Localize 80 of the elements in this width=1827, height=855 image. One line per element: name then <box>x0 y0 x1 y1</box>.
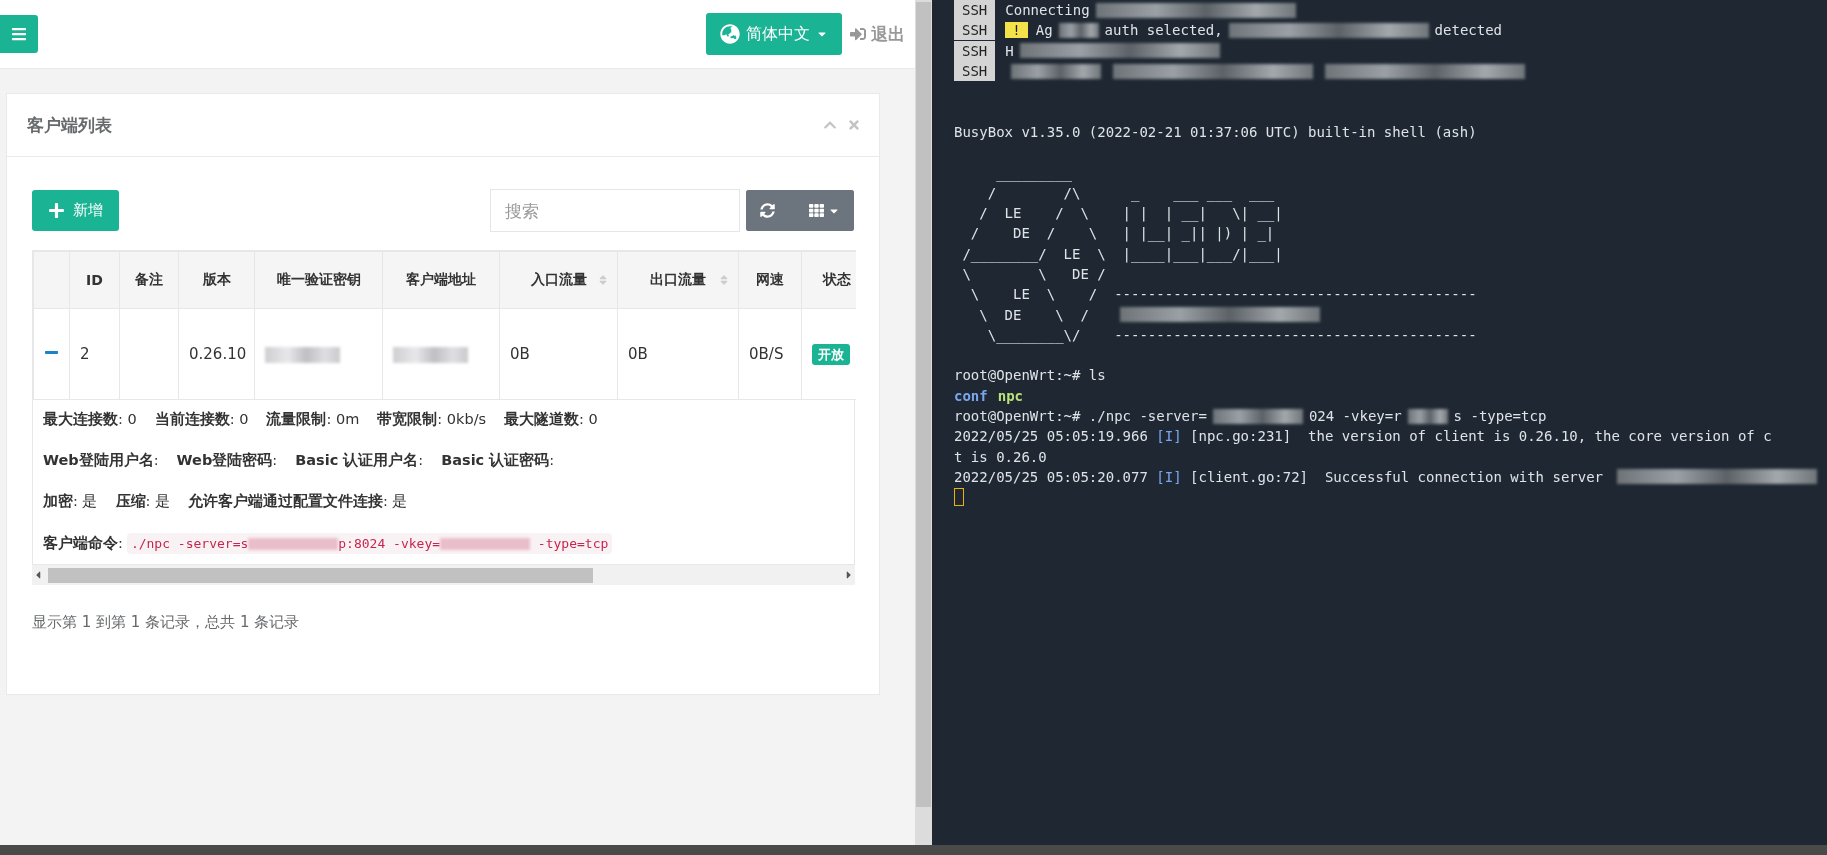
column-header[interactable]: 客户端地址 <box>406 271 476 287</box>
grid-icon <box>809 203 824 218</box>
plus-icon <box>48 202 65 219</box>
terminal-text: \ \ DE / <box>961 266 1106 282</box>
table-cell: 0B <box>510 345 530 363</box>
terminal-text: Ag <box>1035 22 1053 39</box>
detail-field: 带宽限制: 0kb/s <box>377 410 487 429</box>
detail-field: Basic 认证密码: <box>441 451 555 470</box>
terminal-text: root@OpenWrt:~# ls <box>954 367 1106 384</box>
terminal-text: [client.go:72] Successful connection with server <box>1189 468 1605 485</box>
menu-icon <box>11 26 27 42</box>
card-title: 客户端列表 <box>27 113 113 137</box>
detail-field: 流量限制: 0m <box>266 410 360 429</box>
column-header[interactable]: ID <box>86 272 103 288</box>
column-header[interactable]: 网速 <box>756 271 784 287</box>
sort-icon[interactable] <box>597 274 609 286</box>
ssh-tag: SSH <box>954 40 996 61</box>
detail-field: 允许客户端通过配置文件连接: 是 <box>188 492 408 511</box>
terminal-text: 2022/05/25 05:05:20.077 <box>954 468 1149 485</box>
column-header[interactable]: 状态 <box>822 271 851 287</box>
detail-field: Basic 认证用户名: <box>295 451 424 470</box>
terminal-text: t is 0.26.0 <box>954 448 1047 465</box>
detail-field: Web登陆密码: <box>176 451 278 470</box>
globe-icon <box>720 24 740 44</box>
detail-field: 最大连接数: 0 <box>43 410 137 429</box>
terminal-text: / DE / \ | |__| _|| |) | _| <box>969 225 1275 242</box>
search-field[interactable]: 搜索 <box>490 189 740 232</box>
table-cell: 0B <box>628 345 648 363</box>
refresh-icon <box>760 203 775 218</box>
detail-field: 当前连接数: 0 <box>154 410 249 429</box>
terminal-text: \________\/ ------------------------------------------- <box>986 326 1477 343</box>
table-cell: 2 <box>80 345 90 363</box>
ssh-tag: SSH <box>954 0 996 21</box>
command-code: ./npc -server=s p:8024 -vkey= -type=tcp <box>126 533 613 554</box>
log-level: [I] <box>1156 428 1182 445</box>
log-level: [I] <box>1156 468 1182 485</box>
table-cell: 0B/S <box>749 345 784 363</box>
menu-button[interactable] <box>0 15 38 53</box>
terminal-text: \ LE \ / ------------------------------------------- <box>969 286 1477 303</box>
directory-name: conf <box>954 387 988 404</box>
terminal-text: root@OpenWrt:~# ./npc -server= <box>954 408 1207 425</box>
terminal-text: _________ <box>995 164 1072 181</box>
detail-field: 压缩: 是 <box>115 492 170 511</box>
terminal-text: [npc.go:231] the version of client is 0.26.10, the core version of c <box>1189 428 1772 445</box>
pagination-info: 显示第 1 到第 1 条记录，总共 1 条记录 <box>32 613 301 632</box>
status-badge: 开放 <box>812 343 850 365</box>
column-header[interactable]: 版本 <box>202 271 231 287</box>
detail-field: 最大隧道数: 0 <box>504 410 598 429</box>
vertical-scrollbar[interactable] <box>915 0 932 845</box>
detail-field: 客户端命令: <box>43 534 123 553</box>
terminal-text: 024 -vkey=r <box>1308 408 1402 425</box>
terminal-text: H <box>1005 42 1014 59</box>
terminal-text: detected <box>1434 22 1503 39</box>
terminal-text: s -type=tcp <box>1453 408 1547 425</box>
warning-badge: ! <box>1005 22 1028 39</box>
column-header[interactable]: 出口流量 <box>650 271 706 287</box>
horizontal-scrollbar[interactable] <box>32 565 855 585</box>
column-header[interactable]: 备注 <box>135 271 163 287</box>
terminal-text: /________/ LE \ |____|___|___/|___| <box>961 245 1283 262</box>
terminal-cursor <box>954 488 964 507</box>
ssh-tag: SSH <box>954 20 996 41</box>
column-header[interactable]: 入口流量 <box>530 271 587 287</box>
terminal-text: Connecting <box>1005 2 1090 19</box>
file-name: npc <box>997 387 1023 404</box>
column-header[interactable]: 唯一验证密钥 <box>276 271 361 287</box>
detail-field: 加密: 是 <box>43 492 98 511</box>
terminal-text: 2022/05/25 05:05:19.966 <box>954 428 1149 445</box>
blurred-text <box>1407 408 1448 424</box>
detail-field: Web登陆用户名: <box>43 451 159 470</box>
terminal-text: auth selected, <box>1104 22 1223 39</box>
terminal-text: / /\ _ ___ ___ ___ <box>986 184 1275 201</box>
close-icon[interactable] <box>847 118 861 132</box>
sign-in-arrow-icon <box>850 26 866 42</box>
ssh-tag: SSH <box>954 61 996 82</box>
table-cell: 0.26.10 <box>189 345 247 363</box>
terminal-text: \ DE \ / <box>978 306 1090 323</box>
sort-icon[interactable] <box>718 274 730 286</box>
blurred-text <box>1058 22 1099 38</box>
terminal-text: BusyBox v1.35.0 (2022-02-21 01:37:06 UTC) built-in shell (ash) <box>954 123 1477 140</box>
terminal-text: / LE / \ | | | __| \| __| <box>978 205 1283 222</box>
